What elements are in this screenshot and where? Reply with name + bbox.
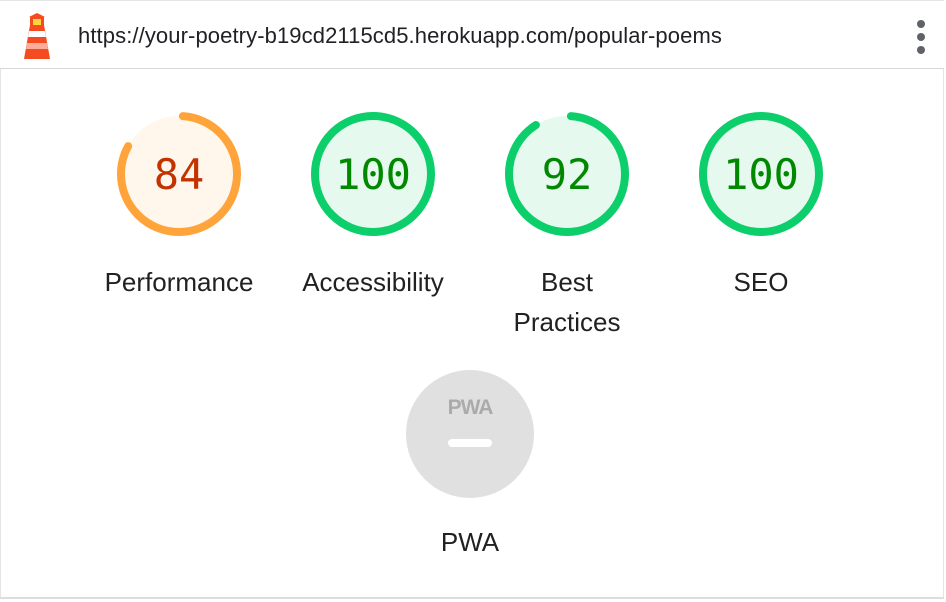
- pwa-label: PWA: [440, 527, 500, 557]
- seo-score: 100: [723, 150, 799, 199]
- performance-score: 84: [154, 150, 205, 199]
- best-practices-gauge-ring: 92: [505, 112, 629, 236]
- report-header: https://your-poetry-b19cd2115cd5.herokua…: [0, 0, 944, 69]
- best-practices-label: Best Practices: [487, 262, 647, 342]
- gauge-performance[interactable]: 84 Performance: [99, 108, 259, 302]
- best-practices-label-line-1: Best: [540, 267, 594, 297]
- accessibility-gauge-ring: 100: [311, 112, 435, 236]
- best-practices-score: 92: [542, 150, 593, 199]
- performance-gauge-ring: 84: [117, 112, 241, 236]
- pwa-badge-text: PWA: [448, 396, 494, 419]
- accessibility-score: 100: [335, 150, 411, 199]
- seo-label: SEO: [733, 267, 789, 297]
- best-practices-label-line-2: Practices: [513, 307, 621, 337]
- seo-gauge-ring: 100: [699, 112, 823, 236]
- page-url[interactable]: https://your-poetry-b19cd2115cd5.herokua…: [78, 23, 722, 49]
- gauge-pwa[interactable]: PWA PWA: [390, 368, 550, 562]
- gauge-seo[interactable]: 100 SEO: [681, 108, 841, 302]
- gauge-accessibility[interactable]: 100 Accessibility: [293, 108, 453, 302]
- pwa-badge-fill: [406, 370, 534, 498]
- not-applicable-dash-icon: [448, 439, 492, 447]
- more-vertical-icon[interactable]: [910, 18, 932, 56]
- pwa-badge: PWA: [406, 370, 534, 498]
- gauge-best-practices[interactable]: 92 Best Practices: [487, 108, 647, 342]
- lighthouse-icon: [24, 13, 50, 59]
- accessibility-label: Accessibility: [302, 267, 444, 297]
- performance-label: Performance: [104, 267, 254, 297]
